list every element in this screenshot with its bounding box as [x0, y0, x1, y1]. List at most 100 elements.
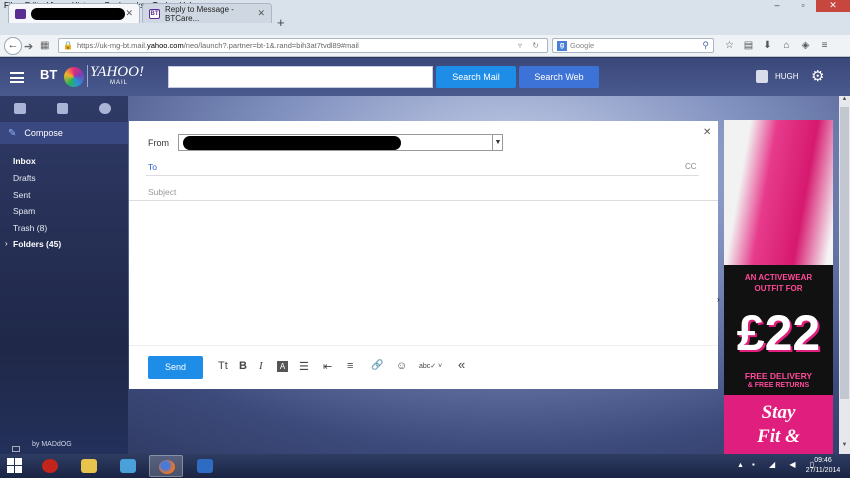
ad-slogan-2: Fit &	[757, 426, 800, 447]
back-button[interactable]: ←	[4, 37, 22, 55]
bold-icon[interactable]: B	[239, 360, 247, 372]
screen-icon[interactable]	[12, 446, 20, 452]
search-mail-button[interactable]: Search Mail	[436, 66, 516, 88]
monitor-icon	[120, 459, 136, 473]
emoji-icon[interactable]: ☺	[396, 360, 407, 372]
sidebar	[0, 96, 128, 454]
sidebar-item-folders[interactable]: Folders (45)	[13, 239, 61, 249]
taskbar-explorer[interactable]	[72, 455, 106, 477]
mail-search-input[interactable]	[168, 66, 433, 88]
taskbar-app-3[interactable]	[111, 455, 145, 477]
search-icon[interactable]: ⚲	[702, 40, 709, 51]
background-credit: by MADdOG	[32, 441, 72, 448]
yahoo-logo: YAHOO!	[90, 64, 144, 80]
send-button[interactable]: Send	[148, 356, 203, 379]
scroll-down-icon[interactable]: ▼	[839, 442, 850, 452]
bt-globe-icon	[64, 67, 84, 87]
downloads-icon[interactable]: ⬇	[758, 38, 777, 53]
url-actions[interactable]: ▿ ↻	[518, 41, 543, 50]
identity-icon[interactable]: ▦	[40, 40, 49, 51]
restore-button[interactable]: ▫	[790, 0, 816, 12]
compose-button[interactable]: ✎ Compose	[0, 122, 128, 144]
gear-icon[interactable]: ⚙	[811, 67, 824, 85]
messenger-icon[interactable]	[99, 102, 112, 114]
windows-start-icon[interactable]	[7, 458, 23, 474]
browser-toolbar: ☆ ▤ ⬇ ⌂ ◈ ≡	[720, 38, 834, 53]
compose-label: Compose	[24, 128, 63, 138]
url-bar[interactable]: 🔒 https://uk-mg-bt.mail. yahoo.com/neo/la…	[58, 38, 548, 53]
hamburger-menu-icon[interactable]	[10, 72, 24, 83]
sidebar-app-icons	[0, 96, 128, 120]
chevron-right-icon[interactable]: ›	[717, 295, 720, 304]
close-window-button[interactable]: ✕	[816, 0, 850, 12]
indent-icon[interactable]: ⇤	[323, 360, 332, 373]
contacts-icon[interactable]	[56, 102, 69, 114]
cc-link[interactable]: CC	[685, 162, 697, 171]
tab-title: Reply to Message - BTCare...	[165, 4, 234, 23]
close-tab-icon[interactable]: ✕	[257, 8, 265, 19]
browser-search-field[interactable]: g Google ⚲	[552, 38, 714, 53]
sidebar-item-sent[interactable]: Sent	[13, 190, 31, 200]
sidebar-item-inbox[interactable]: Inbox	[13, 156, 36, 166]
scrollbar-thumb[interactable]	[840, 107, 849, 399]
taskbar-firefox[interactable]	[149, 455, 183, 477]
close-icon[interactable]: ✕	[703, 127, 711, 138]
minimize-button[interactable]: –	[764, 0, 790, 12]
ad-delivery: FREE DELIVERY	[744, 371, 813, 381]
firefox-icon	[159, 460, 175, 474]
url-domain: yahoo.com	[147, 41, 184, 50]
sidebar-item-trash[interactable]: Trash (8)	[13, 223, 47, 233]
collapse-toolbar-icon[interactable]: «	[458, 357, 465, 372]
tab-yahoo-mail[interactable]: ✕	[8, 3, 140, 23]
ad-price: £22	[736, 305, 821, 361]
align-icon[interactable]: ≡	[347, 360, 353, 372]
user-name[interactable]: HUGH	[775, 72, 799, 81]
sidebar-item-drafts[interactable]: Drafts	[13, 173, 36, 183]
url-prefix: https://uk-mg-bt.mail.	[76, 41, 147, 50]
clock-time[interactable]: 09:46	[806, 457, 840, 464]
divider	[129, 200, 718, 201]
to-field[interactable]: To	[148, 162, 157, 172]
font-size-icon[interactable]: Tt	[218, 360, 228, 372]
logo-divider	[87, 65, 88, 87]
search-web-button[interactable]: Search Web	[519, 66, 599, 88]
tray-expand-icon[interactable]: ▲	[737, 462, 744, 469]
bt-favicon-icon: BT	[149, 8, 160, 19]
divider	[146, 175, 699, 176]
taskbar-app-1[interactable]	[33, 455, 67, 477]
ad-headline: AN ACTIVEWEAR	[744, 273, 813, 282]
search-placeholder: Google	[570, 41, 595, 50]
text-color-icon[interactable]: A	[277, 361, 288, 372]
link-icon[interactable]: 🔗	[371, 360, 383, 371]
folder-icon	[81, 459, 97, 473]
chevron-right-icon[interactable]: ›	[5, 239, 8, 248]
new-tab-button[interactable]: +	[277, 15, 285, 30]
taskbar-app-5[interactable]	[188, 455, 222, 477]
addon-icon[interactable]: ◈	[796, 38, 815, 53]
avatar[interactable]	[756, 70, 768, 83]
bt-logo: BT	[40, 67, 58, 82]
chevron-down-icon[interactable]: ▼	[492, 134, 503, 151]
spellcheck-icon[interactable]: abc✓ ˅	[419, 362, 442, 370]
forward-button[interactable]: ➔	[24, 40, 33, 53]
subject-field[interactable]: Subject	[148, 187, 176, 197]
url-suffix: /neo/launch?.partner=bt-1&.rand=bih3at7t…	[183, 41, 359, 50]
window-controls: – ▫ ✕	[764, 0, 850, 12]
tab-btcare[interactable]: BT Reply to Message - BTCare... ✕	[142, 3, 272, 23]
scroll-up-icon[interactable]: ▲	[839, 96, 850, 106]
home-icon[interactable]: ⌂	[777, 38, 796, 53]
bookmarks-menu-icon[interactable]: ▤	[739, 38, 758, 53]
close-tab-icon[interactable]: ✕	[125, 8, 133, 19]
ad-slogan: Stay	[761, 402, 796, 423]
clock-date[interactable]: 27/11/2014	[800, 467, 846, 474]
bullet-list-icon[interactable]: ☰	[299, 360, 309, 373]
divider	[129, 345, 718, 346]
ad-returns: & FREE RETURNS	[747, 382, 810, 389]
pencil-icon: ✎	[8, 127, 17, 139]
italic-icon[interactable]: I	[259, 360, 263, 372]
menu-icon[interactable]: ≡	[815, 38, 834, 53]
bookmark-star-icon[interactable]: ☆	[720, 38, 739, 53]
sidebar-item-spam[interactable]: Spam	[13, 206, 35, 216]
mail-icon[interactable]	[14, 102, 26, 114]
lock-icon: 🔒	[63, 41, 73, 50]
